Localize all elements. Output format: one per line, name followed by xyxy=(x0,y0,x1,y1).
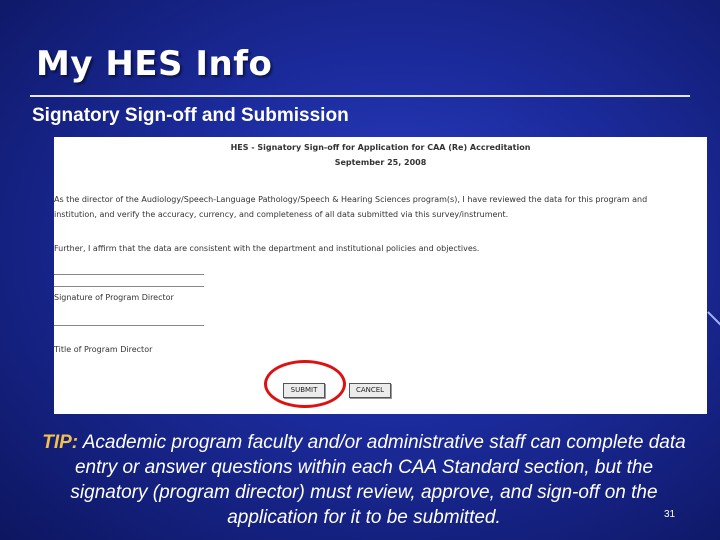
attestation-paragraph: As the director of the Audiology/Speech-… xyxy=(54,195,648,219)
cancel-button[interactable]: CANCEL xyxy=(349,383,391,398)
title-label: Title of Program Director xyxy=(54,345,153,354)
form-date: September 25, 2008 xyxy=(334,158,427,167)
signature-input-line[interactable] xyxy=(54,274,204,275)
tip-text: TIP: Academic program faculty and/or adm… xyxy=(34,430,694,530)
form-heading: HES - Signatory Sign-off for Application… xyxy=(230,143,531,152)
slide-title: My HES Info xyxy=(36,44,273,84)
signoff-form-screenshot: HES - Signatory Sign-off for Application… xyxy=(54,137,707,414)
tip-body: Academic program faculty and/or administ… xyxy=(70,432,686,528)
page-number: 31 xyxy=(664,509,676,520)
decorative-line xyxy=(707,311,720,328)
signature-label: Signature of Program Director xyxy=(54,293,174,302)
slide-subtitle: Signatory Sign-off and Submission xyxy=(32,105,349,126)
affirmation-paragraph: Further, I affirm that the data are cons… xyxy=(54,244,480,253)
title-input-line[interactable] xyxy=(54,325,204,326)
signature-underline xyxy=(54,286,204,287)
tip-label: TIP: xyxy=(42,432,79,453)
submit-button[interactable]: SUBMIT xyxy=(283,383,325,398)
title-divider xyxy=(30,95,690,97)
